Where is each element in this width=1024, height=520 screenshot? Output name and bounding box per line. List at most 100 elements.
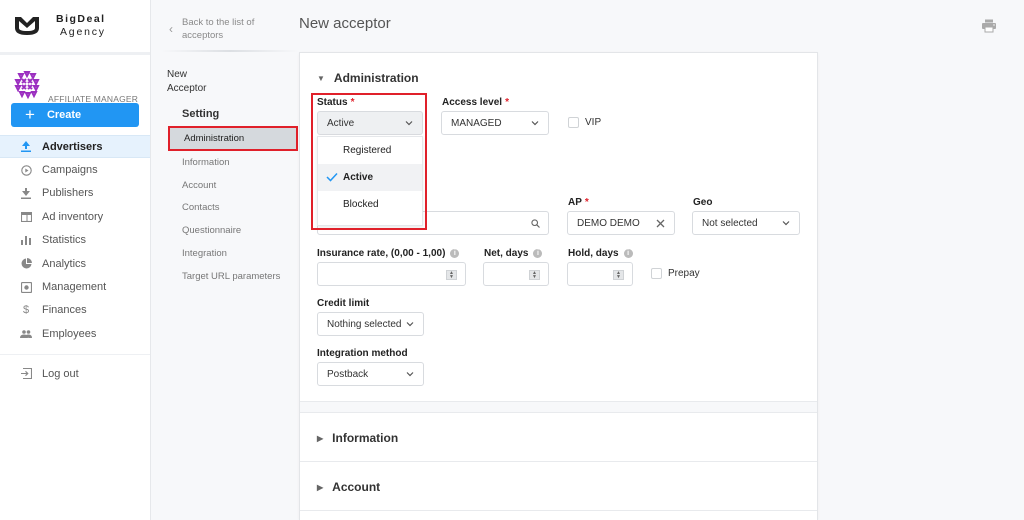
sidebar-divider bbox=[0, 354, 150, 355]
window-icon bbox=[20, 211, 32, 223]
back-link-label: Back to the list of acceptors bbox=[182, 17, 255, 41]
section-title: Account bbox=[332, 480, 381, 494]
logout-label: Log out bbox=[42, 367, 79, 380]
sidebar-item-label: Management bbox=[42, 281, 107, 294]
sidebar-item-management[interactable]: Management bbox=[0, 275, 150, 298]
section-title: Information bbox=[332, 431, 399, 445]
status-option-registered[interactable]: Registered bbox=[318, 137, 422, 164]
sidebar-item-label: Campaigns bbox=[42, 164, 98, 177]
play-circle-icon bbox=[20, 164, 32, 176]
chevron-down-icon bbox=[406, 372, 414, 377]
bar-chart-icon bbox=[20, 234, 32, 246]
sidebar-item-statistics[interactable]: Statistics bbox=[0, 229, 150, 252]
chevron-down-icon bbox=[531, 121, 539, 126]
create-button[interactable]: + Create bbox=[11, 103, 139, 127]
chevron-down-icon bbox=[405, 121, 413, 126]
subnav-item-administration[interactable]: Administration bbox=[168, 126, 298, 151]
back-to-list-link[interactable]: ‹ Back to the list of acceptors bbox=[169, 16, 272, 42]
sidebar-item-label: Advertisers bbox=[42, 140, 103, 153]
info-icon[interactable]: i bbox=[623, 249, 633, 258]
status-option-active[interactable]: Active bbox=[318, 164, 422, 191]
chevron-down-icon bbox=[782, 221, 790, 226]
role-logo-icon bbox=[14, 71, 40, 100]
required-mark: * bbox=[350, 97, 355, 108]
sidebar-item-finances[interactable]: $ Finances bbox=[0, 299, 150, 322]
caret-down-icon: ▼ bbox=[317, 73, 325, 83]
form-card: ▼ Administration Status * Active Access … bbox=[299, 52, 818, 520]
logout-button[interactable]: Log out bbox=[0, 362, 150, 385]
info-icon[interactable]: i bbox=[533, 249, 543, 258]
access-level-value: MANAGED bbox=[451, 117, 502, 129]
clear-icon[interactable] bbox=[656, 219, 665, 228]
management-icon bbox=[20, 281, 32, 293]
integration-method-label: Integration method bbox=[317, 348, 408, 359]
status-dropdown-menu: Registered Active Blocked bbox=[317, 136, 423, 226]
number-spinner-icon[interactable]: ▲ ▼ bbox=[446, 270, 457, 280]
hold-days-input[interactable]: ▲ ▼ bbox=[567, 262, 633, 286]
sidebar-item-publishers[interactable]: Publishers bbox=[0, 182, 150, 205]
access-level-select[interactable]: MANAGED bbox=[441, 111, 549, 135]
subnav-item-account[interactable]: Account bbox=[168, 174, 298, 197]
net-days-input[interactable]: ▲ ▼ bbox=[483, 262, 549, 286]
option-label: Blocked bbox=[343, 199, 379, 210]
required-mark: * bbox=[584, 197, 589, 208]
subnav-item-questionnaire[interactable]: Questionnaire bbox=[168, 219, 298, 242]
geo-label: Geo bbox=[693, 197, 712, 208]
number-spinner-icon[interactable]: ▲ ▼ bbox=[529, 270, 540, 280]
sidebar-item-label: Employees bbox=[42, 327, 97, 340]
sidebar-item-label: Ad inventory bbox=[42, 210, 104, 223]
sidebar-nav: Advertisers Campaigns Publishers Ad inve… bbox=[0, 135, 150, 346]
credit-limit-select[interactable]: Nothing selected bbox=[317, 312, 424, 336]
geo-select[interactable]: Not selected bbox=[692, 211, 800, 235]
status-label-text: Status bbox=[317, 97, 348, 108]
sidebar-item-campaigns[interactable]: Campaigns bbox=[0, 158, 150, 181]
ap-select[interactable]: DEMO DEMO bbox=[567, 211, 675, 235]
status-option-blocked[interactable]: Blocked bbox=[318, 191, 422, 218]
upload-icon bbox=[20, 141, 32, 153]
download-icon bbox=[20, 187, 32, 199]
credit-limit-value: Nothing selected bbox=[327, 318, 402, 330]
sidebar-item-employees[interactable]: Employees bbox=[0, 322, 150, 345]
section-account-header[interactable]: ▶ Account bbox=[317, 480, 380, 494]
access-level-label: Access level * bbox=[442, 97, 509, 108]
prepay-checkbox[interactable] bbox=[651, 268, 662, 279]
section-divider bbox=[300, 461, 817, 462]
subnav-item-contacts[interactable]: Contacts bbox=[168, 197, 298, 220]
subnav-item-target-url-parameters[interactable]: Target URL parameters bbox=[168, 265, 298, 288]
sidebar-item-label: Finances bbox=[42, 304, 87, 317]
divider bbox=[161, 50, 299, 52]
prepay-label: Prepay bbox=[668, 268, 700, 279]
people-icon bbox=[20, 328, 32, 340]
required-mark: * bbox=[505, 97, 509, 108]
hold-days-label-text: Hold, days bbox=[568, 248, 619, 259]
print-icon[interactable] bbox=[982, 19, 996, 33]
status-label: Status * bbox=[317, 97, 354, 108]
section-information-header[interactable]: ▶ Information bbox=[317, 431, 398, 445]
search-icon bbox=[531, 219, 540, 228]
sidebar-item-analytics[interactable]: Analytics bbox=[0, 252, 150, 275]
setting-group-label: Setting bbox=[182, 108, 220, 120]
brand-name-line2: Agency bbox=[60, 26, 106, 38]
sidebar-item-advertisers[interactable]: Advertisers bbox=[0, 135, 150, 159]
sidebar-item-ad-inventory[interactable]: Ad inventory bbox=[0, 205, 150, 228]
create-button-label: Create bbox=[46, 109, 82, 121]
subnav-item-integration[interactable]: Integration bbox=[168, 242, 298, 265]
info-icon[interactable]: i bbox=[450, 249, 460, 258]
geo-label-text: Geo bbox=[693, 197, 713, 208]
plus-icon: + bbox=[25, 104, 35, 124]
insurance-rate-input[interactable]: ▲ ▼ bbox=[317, 262, 466, 286]
vip-checkbox[interactable] bbox=[568, 117, 579, 128]
net-days-label-text: Net, days bbox=[484, 248, 529, 259]
status-select[interactable]: Active bbox=[317, 111, 423, 135]
section-administration-header[interactable]: ▼ Administration bbox=[317, 71, 419, 85]
chevron-down-icon bbox=[406, 322, 414, 327]
logout-section: Log out bbox=[0, 362, 150, 385]
sidebar-item-label: Statistics bbox=[42, 234, 87, 247]
brand[interactable]: BigDeal Agency bbox=[0, 0, 150, 55]
insurance-rate-label: Insurance rate, (0,00 - 1,00) i bbox=[317, 248, 460, 259]
number-spinner-icon[interactable]: ▲ ▼ bbox=[613, 270, 624, 280]
integration-method-select[interactable]: Postback bbox=[317, 362, 424, 386]
subnav-item-information[interactable]: Information bbox=[168, 151, 298, 174]
setting-menu: Administration Information Account Conta… bbox=[168, 126, 298, 288]
page-title: New acceptor bbox=[299, 15, 391, 32]
